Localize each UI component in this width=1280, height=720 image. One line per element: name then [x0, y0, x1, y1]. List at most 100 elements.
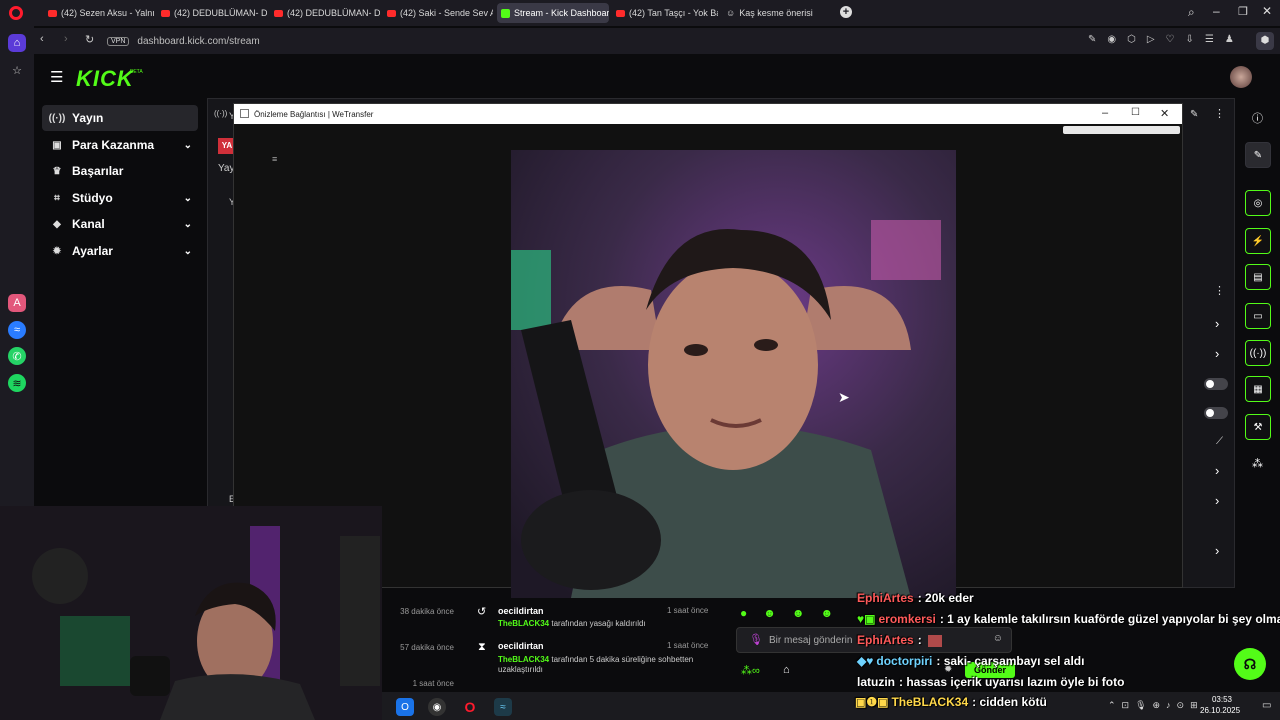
- activity-time: 38 dakika önce: [400, 607, 454, 616]
- nav-item-para-kazanma[interactable]: ▣ Para Kazanma ⌄: [42, 132, 198, 158]
- nav-item-ayarlar[interactable]: ✹ Ayarlar ⌄: [42, 238, 198, 264]
- layout-tool-button[interactable]: ▦: [1245, 376, 1271, 402]
- new-tab-button[interactable]: +: [840, 6, 852, 18]
- overlay-chat-message: latuzin: hassas içerik uyarısı lazım öyl…: [857, 675, 1125, 689]
- activity-time: 1 saat önce: [412, 679, 454, 688]
- kick-logo[interactable]: KICK: [76, 66, 134, 92]
- close-icon[interactable]: ✕: [1160, 107, 1169, 120]
- chevron-right-icon[interactable]: ›: [1215, 463, 1219, 478]
- nav-item-kanal[interactable]: ◆ Kanal ⌄: [42, 211, 198, 237]
- chevron-right-icon[interactable]: ›: [1215, 316, 1219, 331]
- nav-item-yayin[interactable]: ((·)) Yayın: [42, 105, 198, 131]
- address-bar: ‹ › ↻ VPN dashboard.kick.com/stream ✎◉⬡▷…: [34, 28, 1280, 54]
- close-icon[interactable]: ✕: [1262, 4, 1272, 18]
- browser-tab[interactable]: (42) Tan Taşçı - Yok Başka: [612, 3, 718, 23]
- minimize-icon[interactable]: –: [1213, 4, 1220, 18]
- activity-ago: 1 saat önce: [667, 606, 709, 615]
- notes-tool-button[interactable]: ▤: [1245, 264, 1271, 290]
- toggle-switch[interactable]: [1204, 407, 1228, 419]
- browser-tab[interactable]: (42) DEDUBLÜMAN- Dağı: [157, 3, 267, 23]
- wrench-tool-button[interactable]: ⚒: [1245, 414, 1271, 440]
- youtube-icon: [387, 9, 396, 17]
- star-icon[interactable]: ☆: [8, 61, 26, 79]
- hourglass-icon: ⧗: [478, 641, 486, 653]
- obs-icon[interactable]: ◉: [428, 698, 446, 716]
- messenger-icon[interactable]: ≈: [8, 321, 26, 339]
- nav-item-studyo[interactable]: ⌗ Stüdyo ⌄: [42, 185, 198, 211]
- apps-icon[interactable]: ⁂: [1252, 457, 1263, 470]
- browser-tab[interactable]: (42) Sezen Aksu - Yalnızca: [44, 3, 154, 23]
- menu-icon[interactable]: ≡: [272, 154, 277, 164]
- badge-icon: ♥▣: [857, 612, 876, 626]
- activity-description: TheBLACK34 tarafından 5 dakika süreliğin…: [498, 655, 694, 674]
- info-icon[interactable]: ⓘ: [1252, 110, 1263, 126]
- menu-icon[interactable]: ☰: [50, 68, 63, 86]
- kick-icon: [501, 8, 510, 18]
- chat-placeholder: Bir mesaj gönderin: [769, 634, 853, 646]
- chat-emote-row[interactable]: ●☻☻☻: [740, 606, 849, 620]
- mic-icon[interactable]: 🎙: [749, 633, 763, 646]
- overlay-chat-message: EphiArtes:: [857, 633, 942, 647]
- chat-actions-icon[interactable]: ⁂∞: [741, 664, 760, 677]
- youtube-icon: [161, 9, 170, 17]
- vpn-badge[interactable]: VPN: [107, 36, 130, 46]
- spotify-icon[interactable]: ≋: [8, 374, 26, 392]
- notification-icon[interactable]: ▭: [1262, 700, 1271, 711]
- more-icon[interactable]: ⋮: [1214, 107, 1225, 120]
- chevron-right-icon[interactable]: ›: [1215, 346, 1219, 361]
- lightning-tool-button[interactable]: ⚡: [1245, 228, 1271, 254]
- youtube-icon: [616, 9, 625, 17]
- activity-description: TheBLACK34 tarafından yasağı kaldırıldı: [498, 619, 646, 628]
- back-icon[interactable]: ‹: [40, 33, 44, 45]
- forward-icon[interactable]: ›: [64, 33, 68, 45]
- video-preview[interactable]: [511, 150, 956, 598]
- trophy-icon: ♛: [52, 165, 62, 177]
- broadcast-tool-button[interactable]: ((·)): [1245, 340, 1271, 366]
- taskbar-clock[interactable]: 03:53 26.10.2025: [1200, 694, 1240, 716]
- activity-username[interactable]: oecildirtan: [498, 641, 544, 651]
- store-icon[interactable]: ⌂: [783, 664, 790, 676]
- scene-tool-button[interactable]: ◎: [1245, 190, 1271, 216]
- activity-time: 57 dakika önce: [400, 643, 454, 652]
- gear-icon: ✹: [52, 245, 62, 257]
- extensions-icon[interactable]: ⬢: [1256, 32, 1274, 50]
- app-icon[interactable]: ≈: [494, 698, 512, 716]
- opera-icon[interactable]: O: [461, 698, 479, 716]
- minimize-icon[interactable]: –: [1102, 107, 1108, 119]
- support-button[interactable]: ☊: [1234, 648, 1266, 680]
- chart-icon[interactable]: ⟋: [1216, 436, 1223, 447]
- home-icon[interactable]: ⌂: [8, 34, 26, 52]
- browser-tab[interactable]: (42) Saki - Sende Sev Ama: [383, 3, 493, 23]
- outlook-icon[interactable]: O: [396, 698, 414, 716]
- activity-ago: 1 saat önce: [667, 641, 709, 650]
- activity-username[interactable]: oecildirtan: [498, 606, 544, 616]
- preview-toolbar[interactable]: [1063, 126, 1180, 134]
- opera-logo-icon[interactable]: [9, 6, 23, 20]
- browser-tab-active[interactable]: Stream - Kick Dashboard: [497, 3, 609, 23]
- webcam-overlay: [0, 506, 382, 720]
- search-icon[interactable]: ⌕: [1188, 5, 1195, 20]
- nav-item-basarilar[interactable]: ♛ Başarılar: [42, 158, 198, 184]
- edit-tool-button[interactable]: ✎: [1245, 142, 1271, 168]
- toggle-switch[interactable]: [1204, 378, 1228, 390]
- browser-tab[interactable]: (42) DEDUBLÜMAN- D: [270, 3, 380, 23]
- tray-icons[interactable]: ⌃⊡🎙⊕♪⊙⊞: [1108, 700, 1204, 711]
- more-icon[interactable]: ⋮: [1214, 284, 1225, 297]
- browser-tab[interactable]: ☺ Kaş kesme önerisi: [722, 3, 830, 23]
- chat-tool-button[interactable]: ▭: [1245, 303, 1271, 329]
- emoji-icon[interactable]: ☺: [993, 633, 1003, 644]
- maximize-icon[interactable]: ❐: [1238, 5, 1248, 18]
- chevron-down-icon: ⌄: [183, 218, 192, 230]
- browser-toolbar-icons[interactable]: ✎◉⬡▷♡⇩☰♟: [1088, 34, 1245, 45]
- beta-badge: BETA: [130, 69, 143, 75]
- reload-icon[interactable]: ↻: [85, 33, 94, 46]
- url-field[interactable]: VPN dashboard.kick.com/stream: [107, 31, 1047, 51]
- maximize-icon[interactable]: ☐: [1131, 107, 1140, 118]
- whatsapp-icon[interactable]: ✆: [8, 347, 26, 365]
- avatar[interactable]: [1230, 66, 1252, 88]
- chevron-right-icon[interactable]: ›: [1215, 493, 1219, 508]
- edit-icon[interactable]: ✎: [1190, 109, 1198, 120]
- aria-icon[interactable]: A: [8, 294, 26, 312]
- chevron-right-icon[interactable]: ›: [1215, 543, 1219, 558]
- overlay-chat-message: ♥▣ eromkersi: 1 ay kalemle takılırsın kua…: [857, 612, 1280, 626]
